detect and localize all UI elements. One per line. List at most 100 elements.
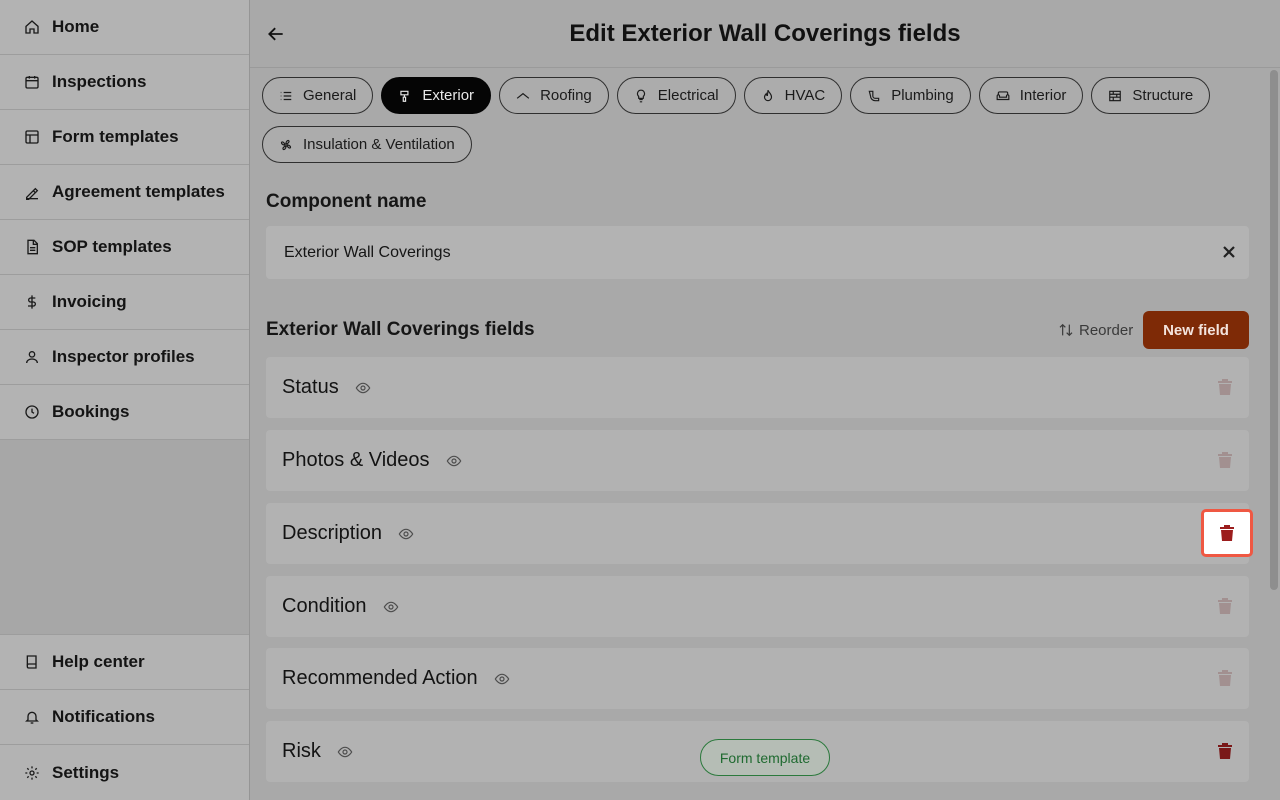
clock-icon [24,404,40,420]
sidebar-item-label: Notifications [52,707,155,726]
signature-icon [24,184,40,200]
lightbulb-icon [634,89,648,103]
field-label: Photos & Videos [282,449,430,471]
main-content: Edit Exterior Wall Coverings fields Gene… [250,0,1280,800]
close-icon [1223,246,1235,258]
eye-icon[interactable] [446,453,462,469]
eye-icon[interactable] [355,380,371,396]
trash-icon [1218,379,1232,395]
sort-arrows-icon [1059,323,1073,337]
eye-icon[interactable] [398,526,414,542]
page-title: Edit Exterior Wall Coverings fields [569,19,961,47]
field-row-photos-videos[interactable]: Photos & Videos [266,430,1249,491]
tab-label: Interior [1019,87,1067,104]
field-row-status[interactable]: Status [266,357,1249,418]
sidebar-item-label: Help center [52,652,145,671]
sidebar-item-label: Bookings [52,402,130,421]
field-row-recommended-action[interactable]: Recommended Action [266,648,1249,709]
tab-electrical[interactable]: Electrical [616,77,736,114]
bell-icon [24,709,40,725]
roof-icon [516,89,530,103]
sidebar-item-invoicing[interactable]: Invoicing [0,275,249,330]
sidebar-item-label: Settings [52,762,120,782]
tab-roofing[interactable]: Roofing [499,77,609,114]
eye-icon[interactable] [337,744,353,760]
delete-field-button[interactable] [1217,452,1233,468]
field-row-condition[interactable]: Condition [266,576,1249,637]
eye-icon[interactable] [383,599,399,615]
field-label: Condition [282,595,367,617]
tab-structure[interactable]: Structure [1091,77,1211,114]
component-name-input[interactable] [284,243,1184,262]
sidebar-item-sop-templates[interactable]: SOP templates [0,220,249,275]
delete-field-button[interactable] [1217,598,1233,614]
book-icon [24,654,40,670]
reorder-button[interactable]: Reorder [1058,319,1133,341]
trash-icon [1218,452,1232,468]
sidebar-item-label: Inspections [52,72,147,91]
eye-icon[interactable] [494,671,510,687]
sidebar-item-inspections[interactable]: Inspections [0,55,249,110]
field-row-description[interactable]: Description [266,503,1253,564]
reorder-label: Reorder [1079,321,1134,339]
delete-field-button[interactable] [1217,743,1233,759]
sidebar-nav-top: Home Inspections Form templates Agreemen… [0,0,249,440]
tab-label: Structure [1132,87,1194,104]
field-label: Status [282,376,339,398]
tab-exterior[interactable]: Exterior [381,77,492,114]
delete-field-button[interactable] [1217,670,1233,686]
sidebar-item-label: Agreement templates [52,182,225,201]
fan-icon [279,138,293,152]
sofa-icon [996,89,1010,103]
tab-insulation-ventilation[interactable]: Insulation & Ventilation [262,126,472,163]
sidebar-item-form-templates[interactable]: Form templates [0,110,249,165]
dollar-icon [24,294,40,310]
delete-field-button[interactable] [1201,509,1253,557]
sidebar-item-help-center[interactable]: Help center [0,635,249,690]
sidebar-item-label: Invoicing [52,292,127,311]
sidebar-item-agreement-templates[interactable]: Agreement templates [0,165,249,220]
calendar-icon [24,74,40,90]
gear-icon [24,765,40,781]
sidebar-nav-bottom: Help center Notifications Settings [0,634,249,800]
clear-button[interactable] [1219,242,1239,262]
tab-interior[interactable]: Interior [978,77,1084,114]
field-label: Description [282,522,383,544]
sidebar-item-inspector-profiles[interactable]: Inspector profiles [0,330,249,385]
sidebar-item-notifications[interactable]: Notifications [0,690,249,745]
trash-icon [1218,670,1232,686]
scrollbar[interactable] [1270,70,1278,590]
trash-icon [1220,525,1234,541]
trash-icon [1218,598,1232,614]
new-field-button[interactable]: New field [1143,311,1249,349]
component-name-field[interactable] [266,226,1249,279]
arrow-left-icon [268,27,283,41]
tab-general[interactable]: General [262,77,374,114]
pipe-icon [867,89,881,103]
sidebar-item-home[interactable]: Home [0,0,249,55]
user-icon [24,349,40,365]
field-label: Risk [282,740,321,762]
tab-label: Electrical [657,87,719,104]
sidebar-item-label: Form templates [52,127,179,146]
tab-hvac[interactable]: HVAC [743,77,843,114]
sidebar-item-bookings[interactable]: Bookings [0,385,249,440]
paint-icon [398,89,412,103]
field-label: Recommended Action [282,667,478,689]
fields-section-heading: Exterior Wall Coverings fields [266,319,535,340]
tab-label: Plumbing [891,87,954,104]
tab-label: General [303,87,357,104]
page-header: Edit Exterior Wall Coverings fields [250,0,1280,68]
delete-field-button[interactable] [1217,379,1233,395]
tab-label: Roofing [540,87,592,104]
trash-icon [1218,743,1232,759]
form-template-badge: Form template [700,739,830,776]
back-button[interactable] [264,22,288,46]
brick-icon [1108,89,1122,103]
sidebar-item-label: Inspector profiles [52,347,195,366]
sidebar-item-settings[interactable]: Settings [0,745,249,800]
tab-label: Insulation & Ventilation [303,136,455,153]
tab-plumbing[interactable]: Plumbing [850,77,971,114]
sidebar-item-label: Home [52,17,100,36]
sidebar-item-label: SOP templates [52,237,172,256]
